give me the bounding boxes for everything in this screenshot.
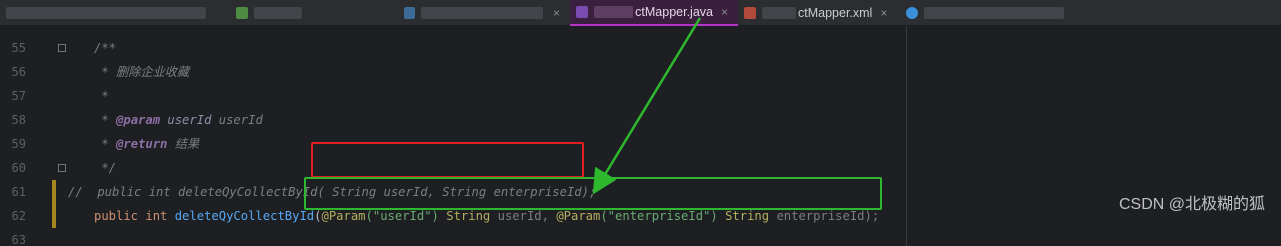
green-arrow-icon (592, 17, 702, 195)
watermark: CSDN @北极糊的狐 (1118, 196, 1265, 213)
